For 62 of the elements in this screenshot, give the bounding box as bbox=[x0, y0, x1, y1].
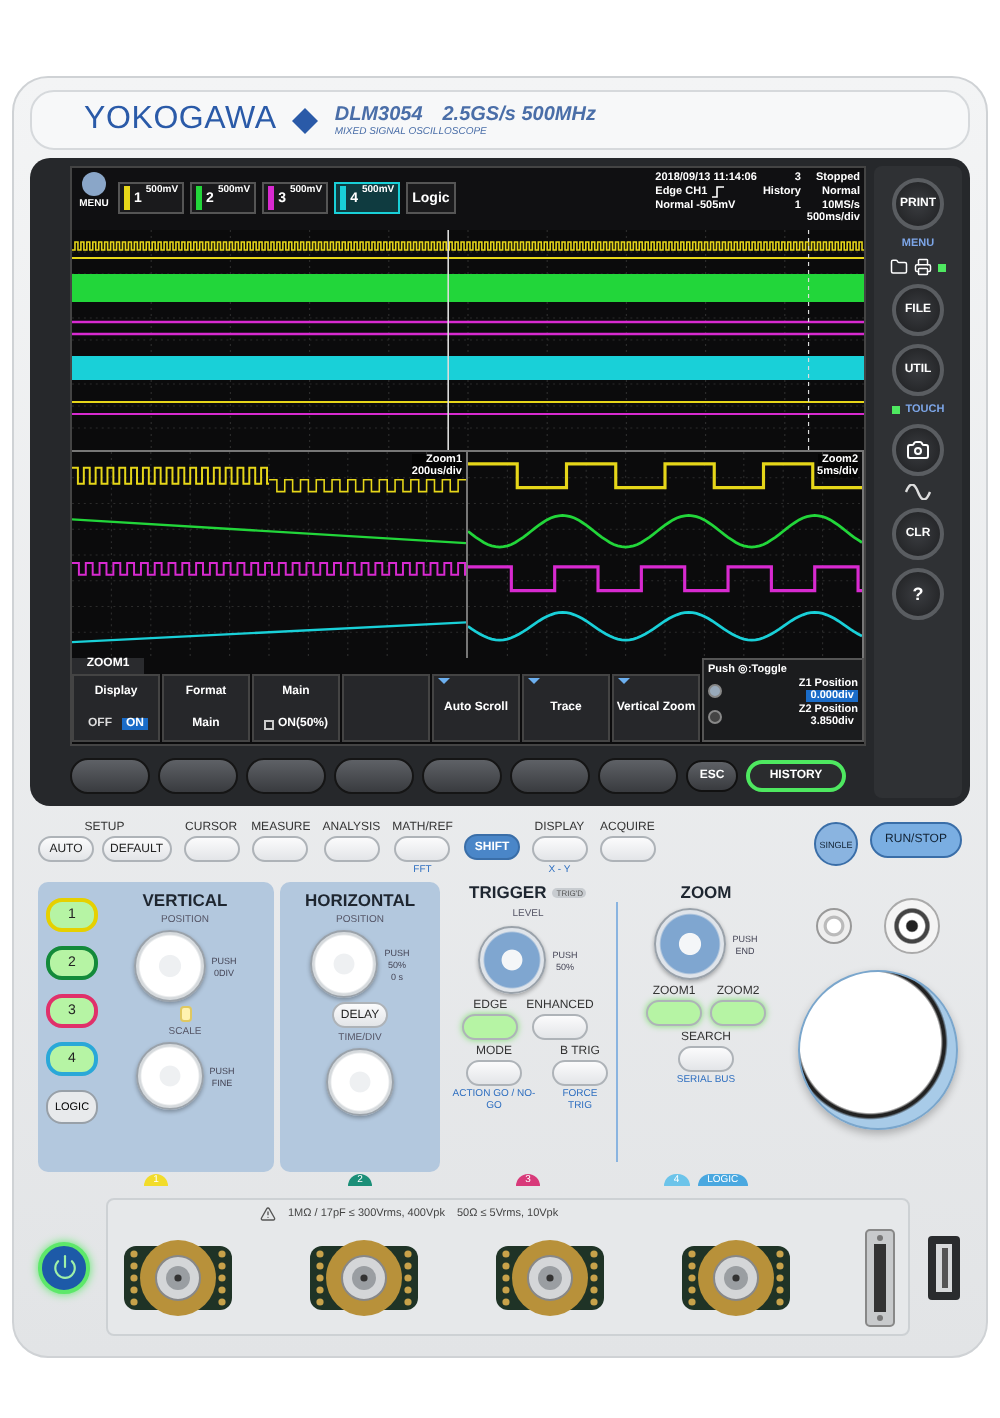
soft-menu-item[interactable] bbox=[342, 674, 430, 742]
indicator-light bbox=[179, 1006, 191, 1022]
interface-port-drawing bbox=[864, 1228, 896, 1328]
split-view-icon bbox=[263, 719, 274, 729]
bnc-connector-drawing bbox=[492, 1236, 608, 1320]
panel-key[interactable] bbox=[465, 1060, 522, 1086]
usb-port-drawing bbox=[926, 1233, 962, 1301]
help-button[interactable]: ? bbox=[892, 568, 944, 620]
panel-key[interactable] bbox=[394, 836, 451, 862]
triangle-icon bbox=[528, 678, 540, 684]
triangle-icon bbox=[618, 678, 630, 684]
soft-key[interactable] bbox=[158, 758, 238, 794]
soft-key[interactable] bbox=[422, 758, 502, 794]
panel-key[interactable] bbox=[710, 1000, 766, 1026]
section-title: VERTICAL bbox=[142, 890, 228, 910]
panel-key[interactable] bbox=[323, 836, 380, 862]
section-title: ZOOM bbox=[680, 882, 732, 902]
panel-key[interactable] bbox=[531, 1014, 588, 1040]
section-title: HORIZONTAL bbox=[304, 890, 416, 910]
indicator-light bbox=[891, 406, 900, 414]
soft-key[interactable] bbox=[70, 758, 150, 794]
soft-key[interactable] bbox=[246, 758, 326, 794]
jog-dial[interactable] bbox=[798, 970, 958, 1130]
warning-icon bbox=[260, 1206, 276, 1222]
power-icon bbox=[51, 1254, 77, 1280]
panel-key[interactable] bbox=[646, 1000, 702, 1026]
sine-wave-icon bbox=[904, 484, 932, 500]
position-knob[interactable] bbox=[310, 930, 379, 998]
panel-key[interactable] bbox=[531, 836, 588, 862]
brand-logo: YOKOGAWA bbox=[84, 102, 277, 138]
section-title: TRIGGER bbox=[469, 882, 547, 902]
panel-key[interactable] bbox=[183, 836, 240, 862]
camera-icon bbox=[906, 438, 930, 462]
panel-key[interactable] bbox=[678, 1046, 734, 1072]
scale-knob[interactable] bbox=[135, 1042, 204, 1110]
diamond-icon bbox=[292, 107, 319, 133]
printer-icon bbox=[914, 258, 932, 276]
bnc-connector-drawing bbox=[120, 1236, 236, 1320]
rising-edge-icon bbox=[711, 186, 724, 199]
select-knob[interactable] bbox=[884, 898, 940, 954]
panel-key[interactable] bbox=[252, 836, 309, 862]
zoom-knob[interactable] bbox=[654, 908, 727, 980]
bnc-connector-drawing bbox=[678, 1236, 794, 1320]
soft-key[interactable] bbox=[334, 758, 414, 794]
time-division-knob[interactable] bbox=[326, 1048, 394, 1116]
soft-key[interactable] bbox=[510, 758, 590, 794]
folder-icon bbox=[890, 258, 908, 276]
menu-icon bbox=[82, 172, 106, 196]
camera-button[interactable] bbox=[892, 424, 944, 476]
soft-key[interactable] bbox=[598, 758, 678, 794]
model-spec: 2.5GS/s 500MHz bbox=[442, 103, 596, 125]
panel-key[interactable] bbox=[551, 1060, 608, 1086]
power-button[interactable] bbox=[38, 1241, 90, 1293]
small-knob[interactable] bbox=[816, 908, 852, 944]
bnc-connector-drawing bbox=[306, 1236, 422, 1320]
model-name: DLM3054 bbox=[334, 103, 423, 125]
panel-key[interactable] bbox=[599, 836, 656, 862]
triangle-icon bbox=[438, 678, 450, 684]
panel-key[interactable] bbox=[462, 1014, 519, 1040]
trigger-level-knob[interactable] bbox=[478, 926, 547, 994]
position-knob[interactable] bbox=[133, 930, 206, 1002]
indicator-light bbox=[938, 263, 946, 271]
